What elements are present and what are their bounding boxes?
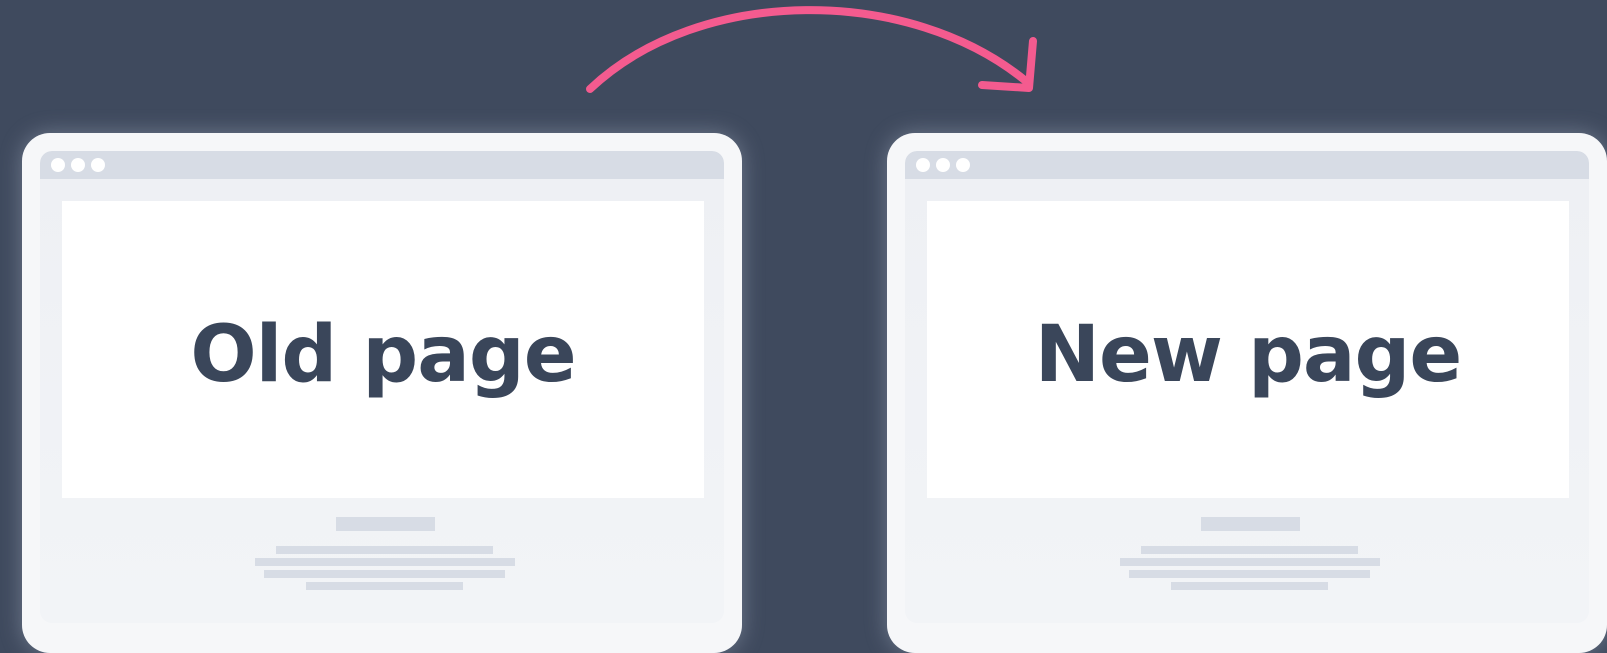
new-page-browser-frame: New page [887,133,1607,653]
text-placeholder-line [264,570,505,578]
window-dot-icon [51,158,65,172]
redirect-arrow-curve [586,6,1031,93]
text-placeholder-line [255,558,515,566]
text-placeholder-line [1129,570,1370,578]
old-page-hero: Old page [62,201,704,498]
window-dot-icon [916,158,930,172]
text-placeholder-line [1141,546,1358,554]
window-dot-icon [936,158,950,172]
text-placeholder-line [1171,582,1328,590]
new-page-label: New page [1034,309,1463,400]
old-page-title-bar [40,151,724,179]
text-placeholder-line [1120,558,1380,566]
new-page-browser-window: New page [905,151,1589,623]
window-dot-icon [91,158,105,172]
window-dot-icon [956,158,970,172]
old-page-label: Old page [190,309,576,400]
window-dot-icon [71,158,85,172]
heading-placeholder-bar [336,517,435,531]
text-placeholder-line [276,546,493,554]
heading-placeholder-bar [1201,517,1300,531]
old-page-browser-frame: Old page [22,133,742,653]
redirect-arrow-head [978,37,1037,92]
text-placeholder-line [306,582,463,590]
old-page-browser-window: Old page [40,151,724,623]
new-page-hero: New page [927,201,1569,498]
new-page-title-bar [905,151,1589,179]
